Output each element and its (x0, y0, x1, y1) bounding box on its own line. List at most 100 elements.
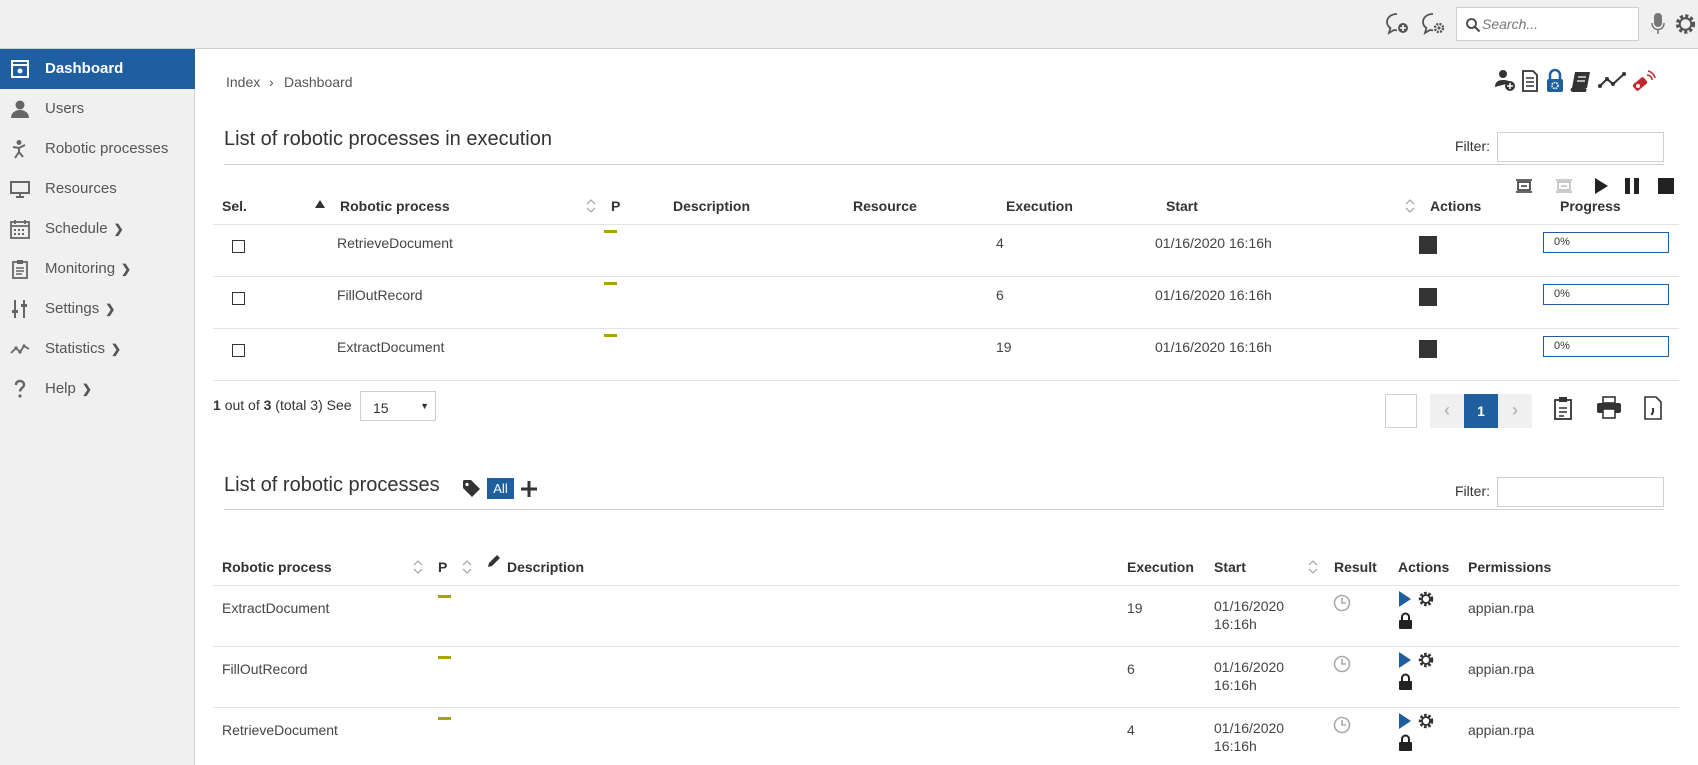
top-bar (0, 0, 1698, 49)
sort-icon[interactable] (413, 559, 423, 575)
column-header-resource: Resource (853, 198, 917, 214)
search-box[interactable] (1456, 7, 1639, 41)
table-divider (213, 224, 1679, 225)
sidebar-item-settings[interactable]: Settings ❯ (0, 289, 195, 329)
edit-icon[interactable] (486, 553, 502, 569)
lock-icon[interactable] (1398, 734, 1413, 752)
see-label: See (326, 397, 352, 413)
scroll-icon[interactable] (1569, 68, 1593, 94)
select-all-icon[interactable] (1515, 177, 1533, 195)
lock-icon[interactable] (1398, 673, 1413, 691)
pause-icon[interactable] (1623, 177, 1641, 195)
execution-section-title: List of robotic processes in execution (224, 128, 552, 150)
column-header-p[interactable]: P (611, 198, 620, 214)
sidebar-item-schedule[interactable]: Schedule ❯ (0, 209, 195, 249)
gear-icon[interactable] (1417, 651, 1435, 669)
column-header-robotic-process[interactable]: Robotic process (222, 559, 332, 575)
sidebar-item-robotic-processes[interactable]: Robotic processes (0, 129, 195, 169)
process-name[interactable]: ExtractDocument (222, 600, 329, 616)
sidebar-item-label: Users (45, 100, 85, 117)
breadcrumb-item: Dashboard (284, 74, 353, 90)
start-date: 01/16/2020 (1214, 659, 1285, 675)
gear-icon[interactable] (1673, 11, 1698, 37)
add-comment-icon[interactable] (1384, 11, 1410, 37)
start-time: 01/16/2020 16:16h (1155, 287, 1272, 303)
print-icon[interactable] (1596, 396, 1622, 420)
sort-icon[interactable] (1308, 559, 1318, 575)
statistics-icon[interactable] (1598, 68, 1626, 94)
run-process-icon[interactable] (1398, 712, 1412, 730)
document-icon[interactable] (1520, 68, 1540, 94)
prev-page-button[interactable]: ‹ (1430, 394, 1464, 428)
column-header-actions: Actions (1398, 559, 1450, 575)
clipboard-icon (12, 260, 28, 279)
row-select-checkbox[interactable] (232, 344, 245, 357)
next-page-button[interactable]: › (1498, 394, 1532, 428)
gear-icon[interactable] (1417, 712, 1435, 730)
permissions-value: appian.rpa (1468, 722, 1535, 738)
column-header-p[interactable]: P (438, 559, 447, 575)
start-time: 16:16h (1214, 616, 1257, 632)
execution-filter-input[interactable] (1497, 132, 1664, 162)
stop-process-icon[interactable] (1419, 288, 1437, 306)
tag-icon[interactable] (462, 479, 482, 499)
clipboard-export-icon[interactable] (1552, 395, 1574, 421)
sidebar-item-monitoring[interactable]: Monitoring ❯ (0, 249, 195, 289)
csv-icon[interactable] (1643, 395, 1663, 421)
lock-icon[interactable] (1398, 612, 1413, 630)
comment-settings-icon[interactable] (1420, 11, 1446, 37)
column-header-execution: Execution (1127, 559, 1194, 575)
sort-icon[interactable] (1405, 198, 1415, 214)
execution-count: 6 (1127, 661, 1135, 677)
caret-down-icon: ▼ (420, 401, 429, 411)
sort-icon[interactable] (586, 198, 596, 214)
deselect-all-icon[interactable] (1555, 177, 1573, 195)
process-name[interactable]: FillOutRecord (222, 661, 308, 677)
page-jump-input[interactable] (1385, 394, 1417, 428)
search-input[interactable] (1482, 9, 1632, 39)
stop-process-icon[interactable] (1419, 340, 1437, 358)
column-header-robotic-process[interactable]: Robotic process (340, 198, 450, 214)
calendar-icon (10, 220, 30, 239)
table-divider (213, 707, 1679, 708)
stop-icon[interactable] (1658, 178, 1674, 194)
usb-key-icon[interactable] (1630, 68, 1656, 94)
start-date: 01/16/2020 (1214, 598, 1285, 614)
add-icon[interactable] (520, 480, 538, 498)
robot-icon (12, 140, 26, 159)
page-button[interactable]: 1 (1464, 394, 1498, 428)
start-time: 01/16/2020 16:16h (1155, 235, 1272, 251)
gear-icon[interactable] (1417, 590, 1435, 608)
chevron-right-icon: ❯ (121, 262, 132, 276)
start-time: 16:16h (1214, 738, 1257, 754)
column-header-start[interactable]: Start (1166, 198, 1198, 214)
execution-count: 4 (996, 235, 1004, 251)
sort-icon[interactable] (462, 559, 472, 575)
row-select-checkbox[interactable] (232, 240, 245, 253)
sidebar-item-help[interactable]: Help ❯ (0, 369, 195, 409)
sidebar-item-resources[interactable]: Resources (0, 169, 195, 209)
microphone-icon[interactable] (1650, 11, 1666, 37)
sort-ascending-icon[interactable] (315, 200, 325, 208)
stop-process-icon[interactable] (1419, 236, 1437, 254)
tag-filter-all[interactable]: All (487, 478, 514, 499)
clock-icon (1333, 716, 1351, 734)
column-header-permissions: Permissions (1468, 559, 1552, 575)
processes-filter-input[interactable] (1497, 477, 1664, 507)
run-process-icon[interactable] (1398, 651, 1412, 669)
sidebar-item-label: Schedule (45, 220, 108, 237)
play-icon[interactable] (1593, 177, 1609, 195)
column-header-start[interactable]: Start (1214, 559, 1246, 575)
header-toolbar (1494, 68, 1664, 94)
breadcrumb-item[interactable]: Index (226, 74, 260, 90)
sidebar-item-dashboard[interactable]: Dashboard (0, 49, 195, 89)
sidebar-item-statistics[interactable]: Statistics ❯ (0, 329, 195, 369)
lock-settings-icon[interactable] (1544, 68, 1566, 94)
add-user-icon[interactable] (1494, 68, 1516, 94)
sidebar-item-users[interactable]: Users (0, 89, 195, 129)
priority-marker (604, 230, 617, 233)
run-process-icon[interactable] (1398, 590, 1412, 608)
process-name[interactable]: RetrieveDocument (222, 722, 338, 738)
page-size-select[interactable]: 15 ▼ (360, 391, 436, 421)
row-select-checkbox[interactable] (232, 292, 245, 305)
